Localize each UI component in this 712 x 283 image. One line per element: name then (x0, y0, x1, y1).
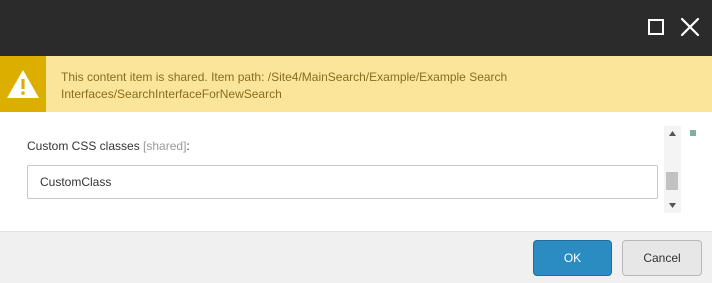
maximize-button[interactable] (643, 14, 669, 40)
scroll-thumb[interactable] (666, 172, 678, 190)
scroll-down-button[interactable] (664, 200, 681, 212)
shared-item-warning: This content item is shared. Item path: … (0, 56, 712, 112)
dialog-content: Custom CSS classes [shared]: (0, 112, 712, 231)
cancel-button[interactable]: Cancel (622, 240, 702, 276)
field-marker-icon (690, 130, 696, 136)
dialog-footer: OK Cancel (0, 231, 712, 283)
close-button[interactable] (677, 14, 703, 40)
warning-icon-box (0, 56, 46, 112)
warning-triangle-icon (7, 70, 39, 98)
field-shared-hint: [shared] (143, 139, 187, 153)
field-label: Custom CSS classes [shared]: (27, 139, 190, 153)
dialog-titlebar (0, 0, 712, 56)
maximize-icon (648, 19, 664, 35)
custom-css-classes-input[interactable] (27, 165, 658, 199)
content-scrollbar[interactable] (664, 126, 681, 213)
arrow-down-icon (669, 203, 676, 208)
field-label-suffix: : (186, 139, 190, 153)
close-icon (680, 17, 700, 37)
scroll-up-button[interactable] (664, 128, 681, 140)
warning-message: This content item is shared. Item path: … (61, 70, 508, 101)
ok-button[interactable]: OK (533, 240, 612, 276)
arrow-up-icon (669, 131, 676, 136)
field-label-text: Custom CSS classes (27, 139, 140, 153)
